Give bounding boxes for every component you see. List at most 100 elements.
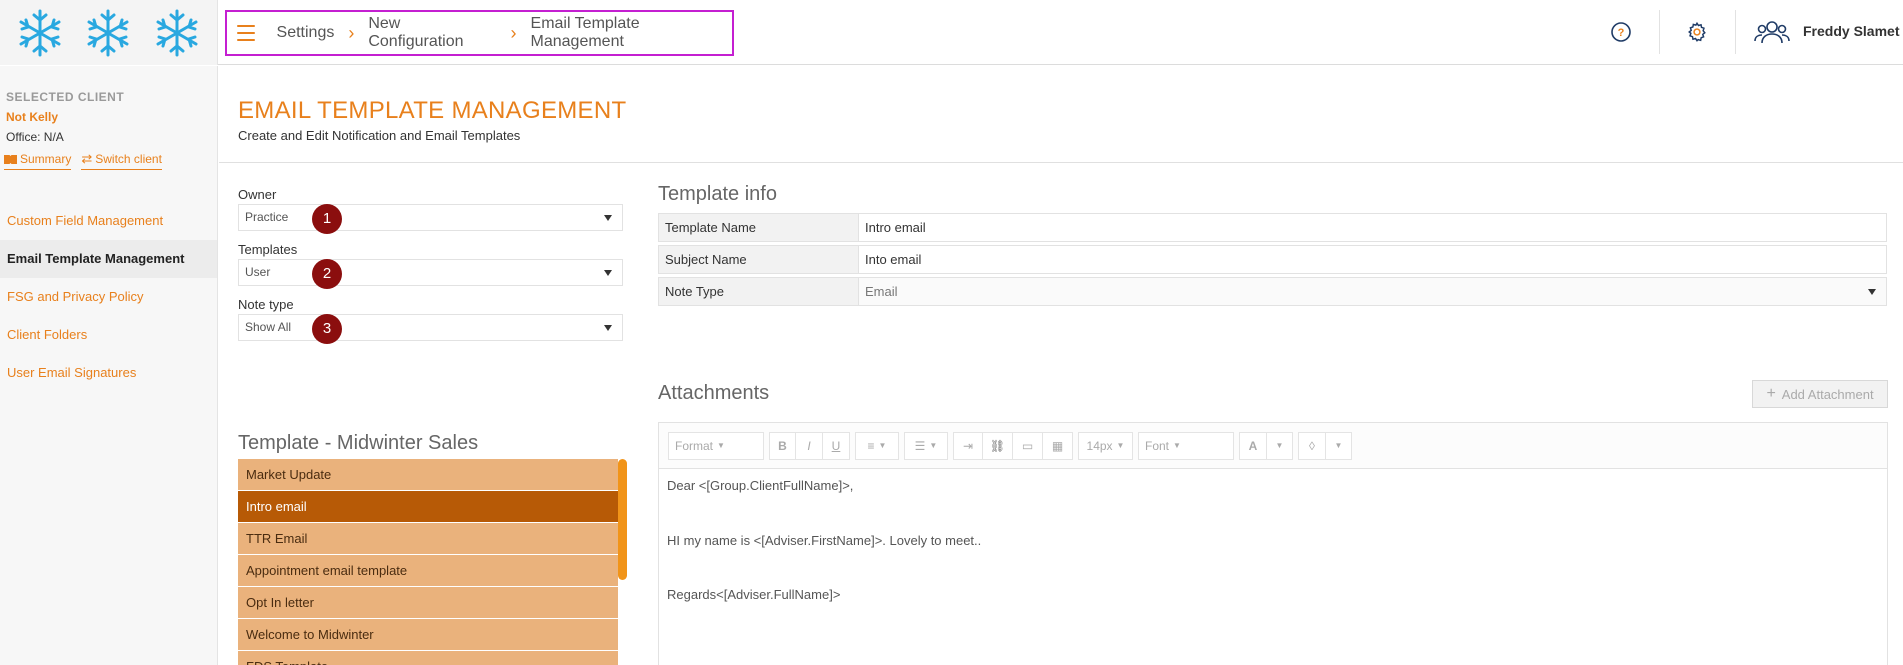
sidebar-item-fsg-and-privacy-policy[interactable]: FSG and Privacy Policy <box>0 278 217 316</box>
template-list-scrollbar[interactable] <box>618 459 627 580</box>
template-list-item[interactable]: TTR Email <box>238 523 618 554</box>
template-list-item[interactable]: Welcome to Midwinter <box>238 619 618 650</box>
subject-name-row: Subject Name Into email <box>658 245 1887 274</box>
caret-down-icon <box>1868 289 1876 295</box>
list-icon: ☰ <box>914 438 926 453</box>
question-circle-icon: ? <box>1611 22 1631 42</box>
templates-select-value: User <box>245 265 271 279</box>
users-icon <box>1754 21 1790 44</box>
owner-select[interactable]: Practice <box>238 204 623 231</box>
gear-icon <box>1688 21 1706 42</box>
subject-name-key: Subject Name <box>659 246 859 273</box>
switch-client-link[interactable]: ⇄ Switch client <box>81 151 162 170</box>
font-size-dropdown[interactable]: 14px ▼ <box>1078 431 1133 460</box>
sidebar-item-user-email-signatures[interactable]: User Email Signatures <box>0 354 217 392</box>
settings-button[interactable] <box>1682 17 1712 47</box>
template-name-key: Template Name <box>659 214 859 241</box>
caret-down-icon: ▼ <box>1334 441 1343 450</box>
help-button[interactable]: ? <box>1606 17 1636 47</box>
user-name[interactable]: Freddy Slamet <box>1803 23 1899 39</box>
editor-line: HI my name is <[Adviser.FirstName]>. Lov… <box>667 533 982 548</box>
link-button[interactable]: ⛓ <box>983 431 1013 460</box>
caret-down-icon: ▼ <box>717 441 725 450</box>
divider <box>1659 10 1660 54</box>
subject-name-input[interactable]: Into email <box>859 246 1886 273</box>
note-type-select[interactable]: Show All <box>238 314 623 341</box>
editor-line: Dear <[Group.ClientFullName]>, <box>667 478 854 493</box>
indent-button[interactable]: ⇥ <box>953 431 983 460</box>
table-button[interactable]: ▦ <box>1043 431 1073 460</box>
breadcrumb-settings[interactable]: Settings <box>277 24 335 42</box>
office-info: Office: N/A <box>6 130 64 144</box>
attachments-title: Attachments <box>658 382 770 404</box>
templates-select[interactable]: User <box>238 259 623 286</box>
text-style-group: B I U <box>769 431 850 460</box>
snowflake-logo-icon <box>156 9 198 56</box>
italic-button[interactable]: I <box>796 431 823 460</box>
note-type-select-value: Show All <box>245 320 292 334</box>
caret-down-icon <box>604 325 612 331</box>
insert-group: ⇥ ⛓ ▭ ▦ <box>953 431 1073 460</box>
template-list-item[interactable]: Appointment email template <box>238 555 618 586</box>
client-links: Summary ⇄ Switch client <box>4 151 162 170</box>
note-type-key: Note Type <box>659 278 859 305</box>
sidebar-item-client-folders[interactable]: Client Folders <box>0 316 217 354</box>
align-dropdown[interactable]: ≡ ▼ <box>855 431 899 460</box>
note-type-dropdown-value: Email <box>865 284 898 299</box>
template-list-item[interactable]: FDS Template <box>238 651 618 665</box>
hamburger-menu-icon[interactable] <box>237 25 255 41</box>
template-list-title: Template - Midwinter Sales <box>238 432 479 454</box>
client-name[interactable]: Not Kelly <box>6 110 58 124</box>
template-list-item[interactable]: Opt In letter <box>238 587 618 618</box>
snowflake-logo-icon <box>19 9 61 56</box>
divider <box>1735 10 1736 54</box>
format-dropdown-label: Format <box>675 438 714 453</box>
underline-button[interactable]: U <box>823 431 850 460</box>
link-icon: ⛓ <box>989 438 1006 453</box>
format-dropdown[interactable]: Format ▼ <box>668 431 764 460</box>
highlight-color-button[interactable]: ◊ <box>1298 431 1326 460</box>
template-name-input[interactable]: Intro email <box>859 214 1886 241</box>
highlight-group: ◊ ▼ <box>1298 431 1352 460</box>
editor-line: Regards<[Adviser.FullName]> <box>667 587 841 602</box>
note-type-row: Note Type Email <box>658 277 1887 306</box>
email-body-editor[interactable]: Format ▼ B I U ≡ ▼ ☰ ▼ ⇥ ⛓ ▭ ▦ 14px ▼ Font ▼ … <box>658 422 1888 665</box>
step-badge-3: 3 <box>312 314 342 344</box>
template-list: Market Update Intro email TTR Email Appo… <box>238 459 620 665</box>
chevron-right-icon: › <box>510 23 517 43</box>
top-bar: Settings › New Configuration › Email Tem… <box>0 0 1903 65</box>
color-group: A ▼ <box>1239 431 1293 460</box>
user-menu-button[interactable] <box>1753 17 1791 47</box>
list-dropdown[interactable]: ☰ ▼ <box>904 431 948 460</box>
snowflake-logo-icon <box>87 9 129 56</box>
template-info-title: Template info <box>658 183 777 205</box>
template-name-row: Template Name Intro email <box>658 213 1887 242</box>
selected-client-label: SELECTED CLIENT <box>6 90 125 104</box>
logo-area <box>0 0 218 65</box>
font-dropdown-label: Font <box>1145 438 1170 453</box>
page-subtitle: Create and Edit Notification and Email T… <box>238 128 521 143</box>
highlight-color-dropdown[interactable]: ▼ <box>1326 431 1352 460</box>
plus-icon: + <box>1766 385 1776 402</box>
add-attachment-button[interactable]: + Add Attachment <box>1752 380 1888 408</box>
sidebar: SELECTED CLIENT Not Kelly Office: N/A Su… <box>0 66 218 665</box>
caret-down-icon: ▼ <box>878 441 887 450</box>
table-icon: ▦ <box>1051 438 1064 453</box>
text-color-button[interactable]: A <box>1239 431 1267 460</box>
breadcrumb-new-configuration[interactable]: New Configuration <box>368 15 496 51</box>
template-list-item[interactable]: Market Update <box>238 459 618 490</box>
editor-toolbar: Format ▼ B I U ≡ ▼ ☰ ▼ ⇥ ⛓ ▭ ▦ 14px ▼ Font ▼ … <box>659 423 1887 469</box>
indent-icon: ⇥ <box>962 438 974 453</box>
text-color-dropdown[interactable]: ▼ <box>1267 431 1293 460</box>
switch-client-link-label: Switch client <box>95 152 162 166</box>
font-dropdown[interactable]: Font ▼ <box>1138 431 1234 460</box>
bold-button[interactable]: B <box>769 431 796 460</box>
note-type-label: Note type <box>238 297 294 312</box>
note-type-dropdown[interactable]: Email <box>859 278 1886 305</box>
template-list-item-selected[interactable]: Intro email <box>238 491 618 522</box>
sidebar-item-email-template-management[interactable]: Email Template Management <box>0 240 217 278</box>
sidebar-item-custom-field-management[interactable]: Custom Field Management <box>0 202 217 240</box>
summary-link[interactable]: Summary <box>4 151 72 170</box>
image-button[interactable]: ▭ <box>1013 431 1043 460</box>
caret-down-icon <box>604 270 612 276</box>
